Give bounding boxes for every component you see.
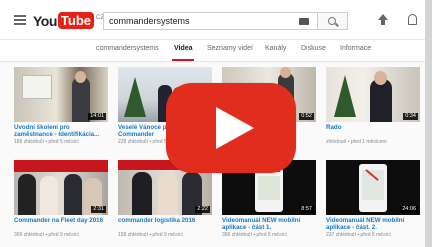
video-duration: 2:22 bbox=[195, 206, 210, 213]
search-input[interactable]: commandersystems bbox=[103, 12, 318, 30]
search-button[interactable] bbox=[318, 12, 348, 30]
video-meta: 237 zhlédnutí • před 6 měsíci bbox=[326, 232, 391, 238]
play-button[interactable] bbox=[166, 83, 296, 173]
video-thumbnail[interactable]: 24:06 bbox=[326, 160, 420, 215]
video-meta: 158 zhlédnutí • před 9 měsíci bbox=[118, 232, 183, 238]
keyboard-icon[interactable] bbox=[299, 18, 309, 25]
search-input-value: commandersystems bbox=[109, 16, 190, 26]
video-duration: 0:52 bbox=[299, 113, 314, 120]
upload-icon[interactable] bbox=[378, 14, 388, 26]
video-card[interactable]: 24:06 Videomanuál NEW mobilní aplikace -… bbox=[326, 160, 420, 238]
top-bar: You Tube CZ commandersystems bbox=[0, 0, 432, 40]
hamburger-menu-icon[interactable] bbox=[14, 15, 26, 25]
video-title[interactable]: Úvodní školení pro zaměstnance - Identif… bbox=[14, 124, 108, 138]
video-meta: 189 zhlédnutí • před 5 měsíci bbox=[14, 139, 79, 145]
tab-videos[interactable]: Videa bbox=[174, 45, 193, 52]
active-tab-indicator bbox=[172, 59, 194, 61]
youtube-channel-page: You Tube CZ commandersystems commandersy… bbox=[0, 0, 432, 247]
tab-channels[interactable]: Kanály bbox=[265, 45, 286, 52]
video-duration: 2:31 bbox=[91, 206, 106, 213]
video-card[interactable]: 0:34 Řado zhlédnutí • před 1 měsícem bbox=[326, 67, 420, 145]
video-duration: 14:01 bbox=[88, 113, 106, 120]
channel-tabs: commandersystems Videa Seznamy videí Kan… bbox=[0, 40, 432, 62]
video-duration: 8:57 bbox=[299, 206, 314, 213]
tab-channel-home[interactable]: commandersystems bbox=[96, 45, 159, 52]
tab-playlists[interactable]: Seznamy videí bbox=[207, 45, 253, 52]
tab-about[interactable]: Informace bbox=[340, 45, 371, 52]
video-title[interactable]: Commander na Fleet day 2016 bbox=[14, 217, 108, 231]
video-duration: 0:34 bbox=[403, 113, 418, 120]
video-thumbnail[interactable]: 14:01 bbox=[14, 67, 108, 122]
video-card[interactable]: 14:01 Úvodní školení pro zaměstnance - I… bbox=[14, 67, 108, 145]
video-title[interactable]: commander logistika 2016 bbox=[118, 217, 212, 231]
video-card[interactable]: 2:31 Commander na Fleet day 2016 369 zhl… bbox=[14, 160, 108, 238]
video-title[interactable]: Videomanuál NEW mobilní aplikace - část.… bbox=[326, 217, 420, 231]
page-edge bbox=[425, 0, 432, 247]
play-icon bbox=[216, 107, 254, 149]
video-title[interactable]: Videomanuál NEW mobilní aplikace - část … bbox=[222, 217, 316, 231]
logo-tube-text: Tube bbox=[57, 12, 94, 29]
notifications-bell-icon[interactable] bbox=[408, 14, 417, 25]
video-duration: 24:06 bbox=[400, 206, 418, 213]
video-meta: 369 zhlédnutí • před 9 měsíci bbox=[14, 232, 79, 238]
search-icon bbox=[328, 17, 336, 25]
video-title[interactable]: Řado bbox=[326, 124, 420, 138]
video-thumbnail[interactable]: 2:31 bbox=[14, 160, 108, 215]
video-meta: zhlédnutí • před 1 měsícem bbox=[326, 139, 387, 145]
youtube-logo[interactable]: You Tube CZ bbox=[33, 12, 104, 29]
video-thumbnail[interactable]: 0:34 bbox=[326, 67, 420, 122]
logo-you-text: You bbox=[33, 12, 57, 29]
video-meta: 356 zhlédnutí • před 6 měsíci bbox=[222, 232, 287, 238]
tab-discussion[interactable]: Diskuse bbox=[301, 45, 326, 52]
